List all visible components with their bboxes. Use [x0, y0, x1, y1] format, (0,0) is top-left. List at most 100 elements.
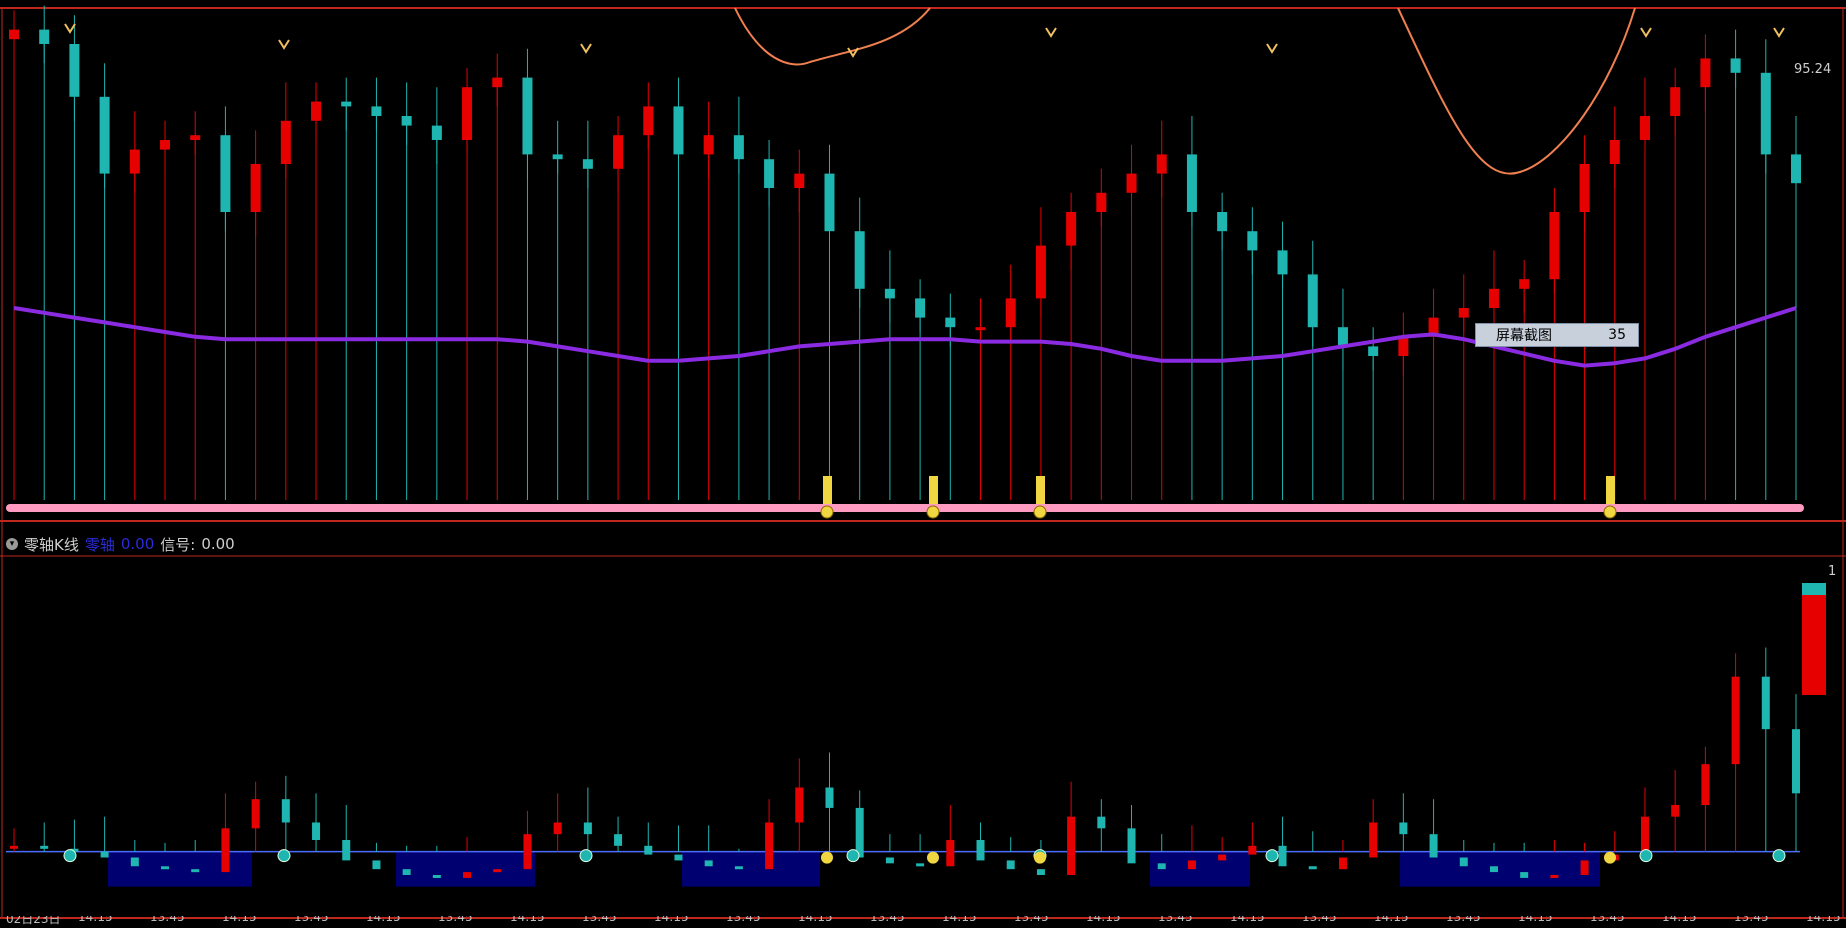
sub-candle-body [1369, 822, 1378, 858]
sub-candle-body [1097, 816, 1106, 829]
sub-candle-body [161, 866, 170, 870]
sub-candle-body [1399, 822, 1408, 835]
money-bag-icon [927, 851, 939, 864]
candle-body [129, 149, 140, 174]
sub-candle-body [946, 840, 955, 867]
bottom-band [6, 504, 1804, 512]
candle-body [39, 29, 50, 44]
sub-candle-body [372, 860, 381, 870]
sub-candle-body [1580, 860, 1589, 875]
sub-candle-body [130, 857, 139, 867]
gauge-top [1802, 583, 1826, 595]
candle-body [99, 96, 110, 174]
zero-axis-fill [108, 851, 252, 887]
buy-signal-bar [823, 476, 832, 504]
sub-candle-body [281, 799, 290, 823]
sub-candle-body [1308, 866, 1317, 870]
candle-body [1066, 212, 1077, 246]
sub-candle-body [674, 854, 683, 861]
time-tick-label: 13:45 [582, 916, 617, 924]
candle-body [69, 44, 80, 97]
right-scale-top: 1 [1828, 564, 1837, 579]
money-bag-icon [1033, 505, 1047, 519]
sub-candle-body [553, 822, 562, 835]
indicator-header: ▾ 零轴K线 零轴 0.00 信号: 0.00 [6, 534, 235, 554]
sub-candle-body [795, 787, 804, 823]
sub-candle-body [916, 863, 925, 867]
sub-candle-body [614, 834, 623, 846]
candle-body [915, 298, 926, 318]
sub-candle-body [765, 822, 774, 870]
time-tick-label: 14:15 [1518, 916, 1553, 924]
chevron-down-icon [1639, 849, 1653, 863]
candle-body [582, 159, 593, 169]
candle-body [794, 173, 805, 188]
time-tick-label: 13:45 [1590, 916, 1625, 924]
chevron-down-icon [1265, 849, 1279, 863]
time-tick-label: 14:15 [366, 916, 401, 924]
candle-body [341, 101, 352, 107]
time-tick-label: 13:45 [1158, 916, 1193, 924]
gauge-bar [1802, 595, 1826, 695]
time-tick-label: 13:45 [870, 916, 905, 924]
candle-body [1670, 87, 1681, 116]
time-tick-label: 13:45 [438, 916, 473, 924]
candle-body [1247, 231, 1258, 251]
candle-body [643, 106, 654, 136]
candle-body [9, 29, 19, 40]
candle-body [1156, 154, 1167, 174]
time-axis: 02日23日 14:15 13:45 14:15 13:45 14:15 13:45 14:1… [0, 916, 1846, 928]
time-tick-label: 13:45 [294, 916, 329, 924]
candle-body [1307, 274, 1318, 328]
sub-candle-body [704, 860, 713, 867]
sub-candle-body [1792, 729, 1800, 794]
candle-body [1549, 212, 1560, 280]
sub-candle-body [10, 845, 18, 849]
chart-background [0, 0, 1846, 928]
sub-candle-body [1218, 854, 1227, 861]
zero-axis-label: 零轴 [84, 535, 115, 554]
time-tick-label: 13:45 [1734, 916, 1769, 924]
chevron-down-icon [1772, 849, 1786, 863]
candle-body [250, 164, 261, 212]
chevron-down-icon [846, 849, 860, 863]
screenshot-tooltip[interactable]: 屏幕截图 35 [1475, 323, 1639, 347]
sub-candle-body [1429, 834, 1438, 858]
candle-body [1700, 58, 1711, 88]
signal-label: 信号: [160, 535, 196, 554]
candle-body [1217, 212, 1228, 232]
buy-signal-bar [929, 476, 938, 504]
candle-body [190, 135, 201, 140]
time-tick-label: 14:15 [798, 916, 833, 924]
candle-body [1126, 173, 1137, 193]
candle-body [703, 135, 714, 155]
time-tick-label: 14:15 [78, 916, 113, 924]
money-bag-icon [1603, 505, 1617, 519]
kline-chart[interactable] [0, 0, 1846, 928]
sub-candle-body [191, 869, 200, 873]
chevron-down-icon [63, 849, 77, 863]
buy-signal-bar [1036, 476, 1045, 504]
sub-candle-body [1248, 845, 1257, 855]
time-tick-label: 14:15 [1662, 916, 1697, 924]
time-tick-label: 13:45 [1302, 916, 1337, 924]
candle-body [824, 173, 835, 232]
sub-candle-body [1761, 676, 1770, 730]
candle-body [854, 231, 865, 289]
sub-candle-body [463, 872, 472, 878]
collapse-icon[interactable]: ▾ [6, 538, 18, 550]
sub-candle-body [1671, 805, 1680, 817]
candle-body [945, 317, 956, 328]
sub-candle-body [855, 807, 864, 858]
zero-axis-value: 0.00 [120, 535, 155, 553]
candle-body [1277, 250, 1288, 275]
sub-candle-body [976, 840, 985, 861]
sub-candle-body [523, 834, 532, 870]
sub-candle-body [885, 857, 894, 864]
sub-candle-body [432, 875, 441, 878]
candle-body [673, 106, 684, 155]
price-readout: 95.24 [1794, 62, 1832, 77]
date-label: 02日23日 [6, 916, 61, 926]
time-tick-label: 13:45 [726, 916, 761, 924]
candle-body [1730, 58, 1741, 73]
